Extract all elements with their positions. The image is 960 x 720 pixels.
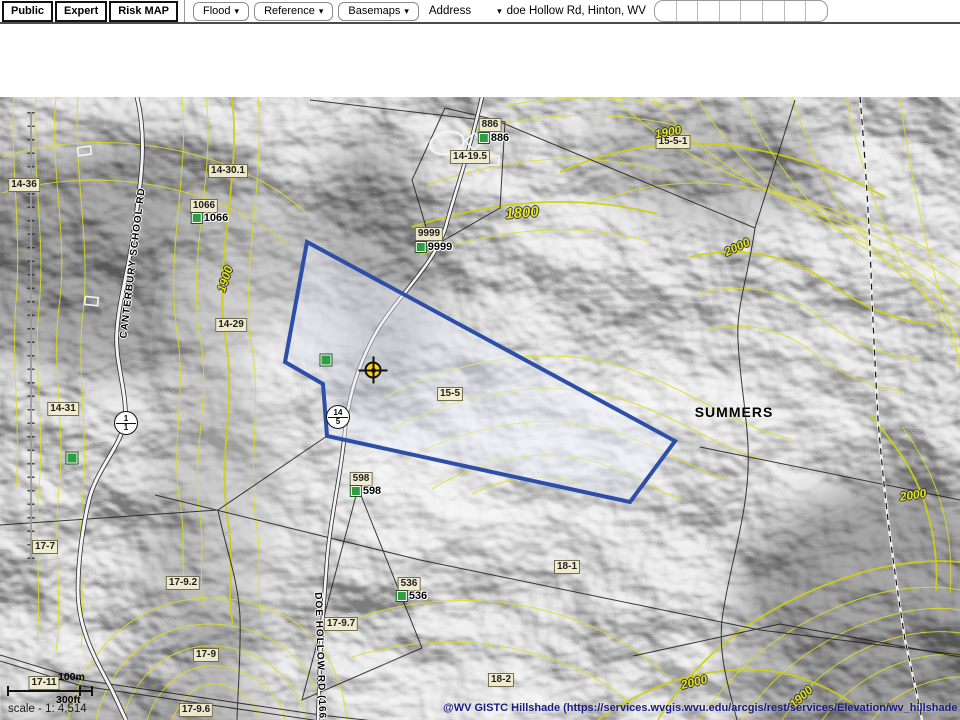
- map-label-parcel-14-31: 14-31: [47, 402, 79, 416]
- map-label-parcel-14-19-5: 14-19.5: [450, 150, 490, 164]
- map-label-contour-1800: 1800: [505, 203, 539, 222]
- map-label-contour-2000: 2000: [722, 235, 752, 259]
- address-point-icon: [397, 591, 407, 601]
- map-label-addr-598: 598: [351, 485, 381, 497]
- map-label-county-summers: SUMMERS: [695, 404, 774, 420]
- map-label-parcel-1066: 1066: [190, 199, 218, 213]
- map-label-parcel-17-7: 17-7: [32, 540, 58, 554]
- map-label-parcel-14-30-1: 14-30.1: [208, 164, 248, 178]
- segment-button[interactable]: [697, 1, 719, 21]
- map-label-road-doe-hollow-rd-1665: DOE HOLLOW RD (1665: [312, 592, 328, 720]
- map-labels-layer: 14-36 14-30.1 10661066 14-29 14-31 886886 14-1…: [0, 97, 960, 720]
- address-point-icon: [416, 242, 426, 252]
- address-label: Address: [429, 5, 471, 17]
- map-label-parcel-536: 536: [398, 577, 421, 591]
- map-label-parcel-9999: 9999: [415, 227, 443, 241]
- map-viewport[interactable]: 14-36 14-30.1 10661066 14-29 14-31 886886 14-1…: [0, 97, 960, 720]
- segment-button[interactable]: [805, 1, 827, 21]
- map-label-parcel-18-2: 18-2: [488, 673, 514, 687]
- map-label-parcel-18-1: 18-1: [554, 560, 580, 574]
- basemaps-menu[interactable]: Basemaps ▾: [338, 2, 419, 21]
- flood-menu-label: Flood: [203, 5, 231, 18]
- toolbar-segment-group[interactable]: [654, 0, 828, 22]
- map-label-road-canterbury-school-rd: CANTERBURY SCHOOL RD: [118, 187, 147, 339]
- address-point-icon: [479, 133, 489, 143]
- address-combobox[interactable]: ▾ doe Hollow Rd, Hinton, WV: [497, 5, 646, 17]
- address-point-icon: [192, 213, 202, 223]
- map-label-parcel-17-9-6: 17-9.6: [179, 703, 213, 717]
- map-label-contour-1900: 1900: [214, 264, 236, 294]
- expert-button[interactable]: Expert: [55, 1, 107, 22]
- reference-menu[interactable]: Reference ▾: [254, 2, 333, 21]
- address-value: doe Hollow Rd, Hinton, WV: [507, 5, 646, 17]
- scalebar-metric-label: 100m: [58, 671, 85, 683]
- address-point-icon: [351, 486, 361, 496]
- structure-point-icon: [67, 453, 78, 464]
- segment-button[interactable]: [655, 1, 676, 21]
- map-label-addr-9999: 9999: [416, 241, 452, 253]
- map-scale-text: scale - 1: 4,514: [8, 703, 87, 715]
- chevron-down-icon: ▾: [404, 7, 409, 16]
- crosshair-target-icon[interactable]: [365, 362, 382, 379]
- map-label-parcel-17-9: 17-9: [193, 648, 219, 662]
- toolbar-divider: [184, 0, 185, 22]
- map-attribution: @WV GISTC Hillshade (https://services.wv…: [443, 702, 957, 714]
- map-label-contour-2000: 2000: [899, 486, 927, 504]
- route-marker-14-5: 145: [326, 405, 350, 429]
- chevron-down-icon: ▾: [319, 7, 324, 16]
- toolbar: Public Expert Risk MAP Flood ▾ Reference…: [0, 0, 960, 24]
- map-label-parcel-17-9-2: 17-9.2: [166, 576, 200, 590]
- segment-button[interactable]: [676, 1, 698, 21]
- map-label-addr-1066: 1066: [192, 212, 228, 224]
- basemaps-menu-label: Basemaps: [348, 5, 400, 18]
- public-button[interactable]: Public: [2, 1, 53, 22]
- map-label-parcel-14-36: 14-36: [8, 178, 40, 192]
- map-label-addr-536: 536: [397, 590, 427, 602]
- map-label-parcel-14-29: 14-29: [215, 318, 247, 332]
- segment-button[interactable]: [762, 1, 784, 21]
- map-label-parcel-15-5: 15-5: [437, 387, 463, 401]
- map-label-parcel-886: 886: [479, 118, 502, 132]
- risk-map-button[interactable]: Risk MAP: [109, 1, 178, 22]
- map-label-addr-886: 886: [479, 132, 509, 144]
- flood-menu[interactable]: Flood ▾: [193, 2, 249, 21]
- chevron-down-icon: ▾: [235, 7, 240, 16]
- chevron-down-icon: ▾: [497, 7, 502, 16]
- segment-button[interactable]: [740, 1, 762, 21]
- reference-menu-label: Reference: [264, 5, 315, 18]
- segment-button[interactable]: [784, 1, 806, 21]
- map-label-parcel-17-9-7: 17-9.7: [324, 617, 358, 631]
- structure-point-icon: [321, 355, 332, 366]
- map-label-parcel-598: 598: [350, 472, 373, 486]
- map-label-contour-2000: 2000: [679, 672, 708, 692]
- route-marker-1-1: 11: [114, 411, 138, 435]
- segment-button[interactable]: [719, 1, 741, 21]
